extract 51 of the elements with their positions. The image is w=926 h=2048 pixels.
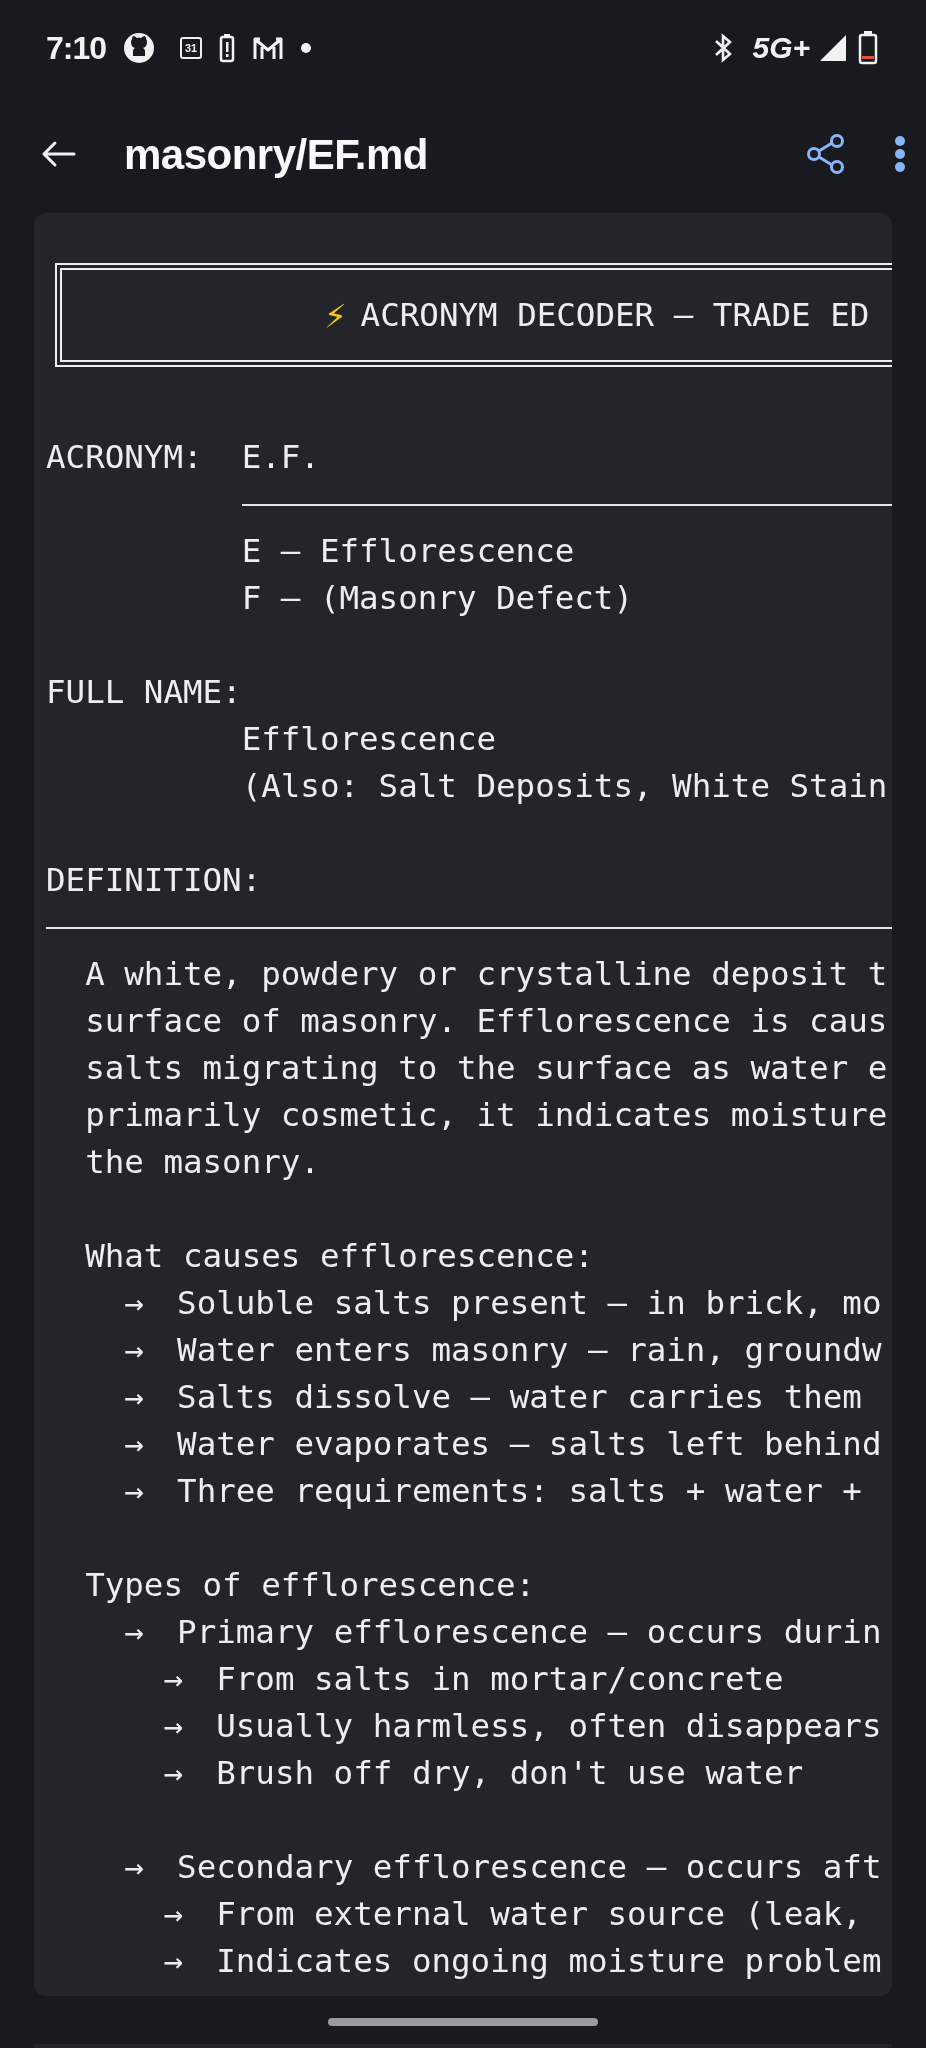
list-item-text: Water enters masonry — rain, groundw bbox=[177, 1330, 882, 1371]
field-value: Efflorescence bbox=[241, 719, 497, 760]
body-text: Types of efflorescence: bbox=[85, 1565, 536, 1606]
arrow-marker: → bbox=[124, 1471, 144, 1512]
field-value: E — Efflorescence bbox=[241, 531, 575, 572]
arrow-marker: → bbox=[124, 1424, 144, 1465]
field-label: FULL NAME: bbox=[46, 672, 242, 713]
arrow-marker: → bbox=[124, 1330, 144, 1371]
calendar-icon: 31 bbox=[180, 36, 203, 59]
notification-dot-icon bbox=[300, 41, 313, 54]
arrow-marker: → bbox=[163, 1894, 183, 1935]
list-item-text: Primary efflorescence — occurs durin bbox=[177, 1612, 882, 1653]
arrow-marker: → bbox=[124, 1612, 144, 1653]
list-item-text: From salts in mortar/concrete bbox=[216, 1659, 784, 1700]
list-item-text: Brush off dry, don't use water bbox=[216, 1753, 804, 1794]
field-value: (Also: Salt Deposits, White Stain bbox=[241, 766, 888, 807]
body-text: What causes efflorescence: bbox=[85, 1236, 594, 1277]
list-item-text: Secondary efflorescence — occurs aft bbox=[177, 1847, 882, 1888]
file-title: masonry/EF.md bbox=[124, 129, 428, 180]
body-text: surface of masonry. Efflorescence is caus bbox=[85, 1001, 888, 1042]
list-item-text: Soluble salts present — in brick, mo bbox=[177, 1283, 882, 1324]
status-time: 7:10 bbox=[46, 28, 107, 68]
arrow-marker: → bbox=[124, 1847, 144, 1888]
arrow-marker: → bbox=[124, 1283, 144, 1324]
arrow-marker: → bbox=[163, 1753, 183, 1794]
field-label: ACRONYM: bbox=[46, 437, 204, 478]
arrow-marker: → bbox=[163, 1659, 183, 1700]
arrow-marker: → bbox=[124, 1377, 144, 1418]
list-item-text: Salts dissolve — water carries them bbox=[177, 1377, 862, 1418]
list-item-text: Water evaporates — salts left behind bbox=[177, 1424, 882, 1465]
banner-title: ACRONYM DECODER — TRADE ED bbox=[360, 294, 870, 336]
network-type: 5G+ bbox=[752, 30, 810, 66]
body-text: salts migrating to the surface as water e bbox=[85, 1048, 888, 1089]
more-options-icon[interactable] bbox=[894, 135, 906, 173]
github-icon bbox=[122, 30, 157, 65]
field-value: E.F. bbox=[241, 437, 320, 478]
list-item-text: From external water source (leak, bbox=[216, 1894, 862, 1935]
body-text: A white, powdery or crystalline deposit t bbox=[85, 954, 888, 995]
body-text: primarily cosmetic, it indicates moisture bbox=[85, 1095, 888, 1136]
field-label: DEFINITION: bbox=[46, 860, 262, 901]
arrow-marker: → bbox=[163, 1941, 183, 1982]
list-item-text: Three requirements: salts + water + bbox=[177, 1471, 862, 1512]
share-icon[interactable] bbox=[806, 133, 846, 175]
arrow-marker: → bbox=[163, 1706, 183, 1747]
list-item-text: Usually harmless, often disappears bbox=[216, 1706, 882, 1747]
battery-alert-icon bbox=[218, 32, 237, 63]
lightning-icon: ⚡ bbox=[324, 286, 347, 344]
field-value: F — (Masonry Defect) bbox=[241, 578, 633, 619]
body-text: the masonry. bbox=[85, 1142, 320, 1183]
list-item-text: Indicates ongoing moisture problem bbox=[216, 1941, 882, 1982]
back-arrow-icon[interactable] bbox=[40, 140, 76, 168]
